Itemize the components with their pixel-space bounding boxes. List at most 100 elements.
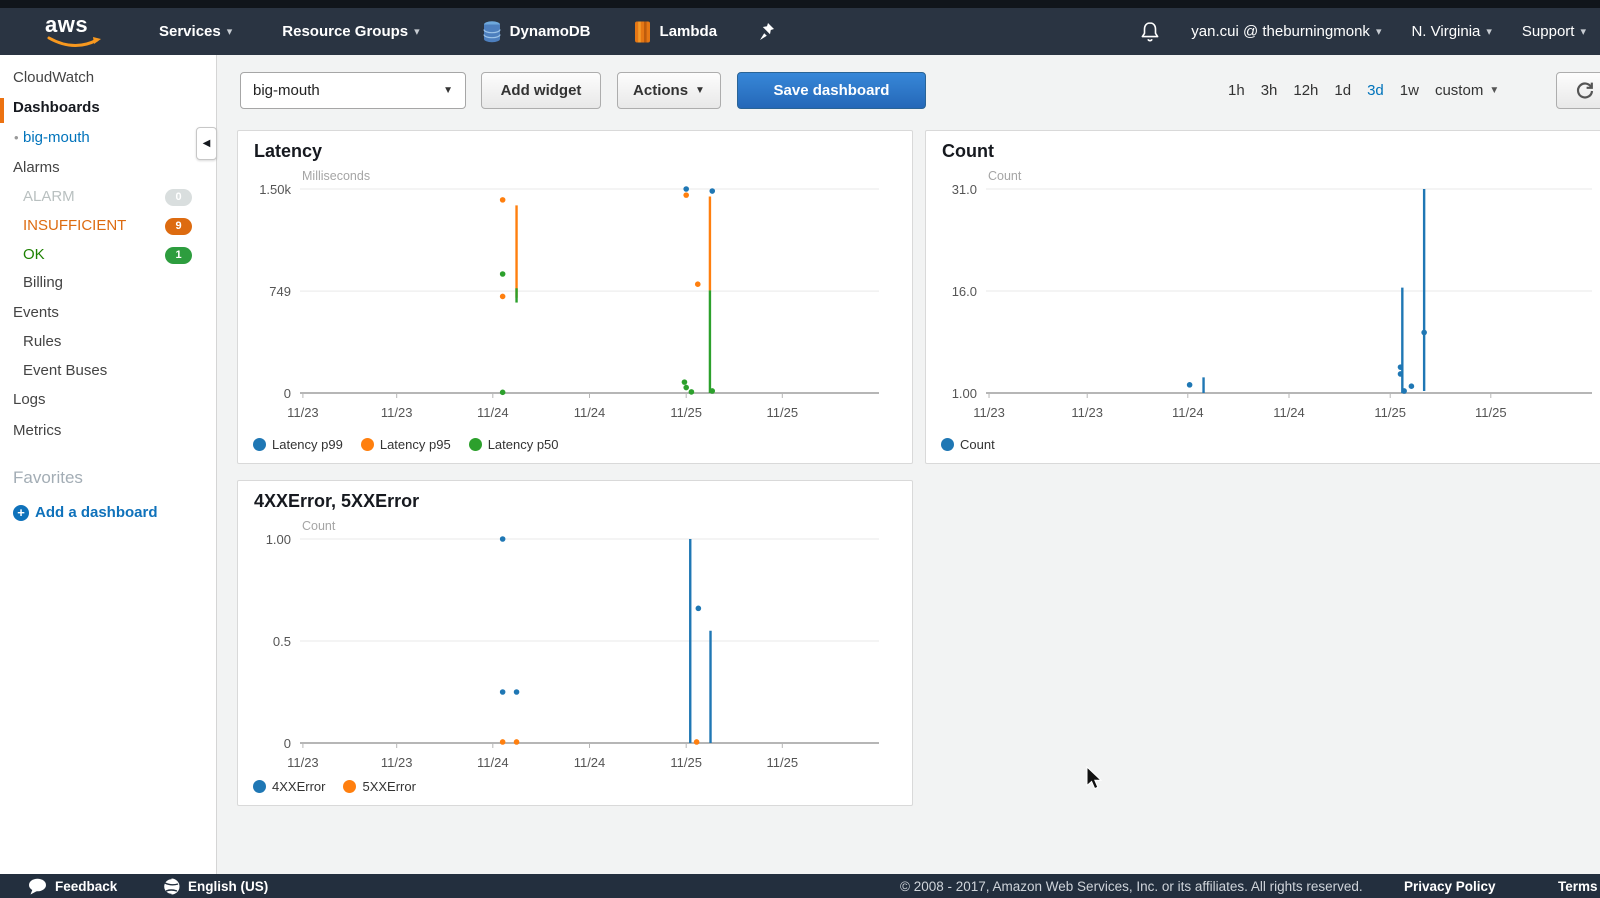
legend-item-latency-p99[interactable]: Latency p99 [253, 437, 343, 452]
ok-count-badge[interactable]: 1 [165, 247, 192, 264]
terms-label: Terms of [1558, 879, 1600, 894]
svg-text:11/25: 11/25 [767, 405, 799, 420]
save-dashboard-button[interactable]: Save dashboard [737, 72, 926, 109]
dashboard-select[interactable]: big-mouth ▼ [240, 72, 466, 109]
count-chart-plot[interactable]: 1.0016.031.0Count11/2311/2311/2411/2411/… [926, 131, 1600, 463]
actions-button[interactable]: Actions ▼ [617, 72, 721, 109]
legend-item-5xxerror[interactable]: 5XXError [343, 779, 415, 794]
add-dashboard-label: Add a dashboard [35, 504, 158, 521]
legend-item-4xxerror[interactable]: 4XXError [253, 779, 325, 794]
legend-color-dot [941, 438, 954, 451]
svg-text:1.00: 1.00 [952, 386, 977, 401]
refresh-button[interactable] [1556, 72, 1600, 109]
legend-label: 5XXError [362, 779, 415, 794]
globe-icon [163, 878, 180, 895]
sidebar-item-alarm[interactable]: ALARM [23, 188, 75, 205]
sidebar-item-event-buses[interactable]: Event Buses [23, 362, 107, 379]
sidebar-item-insufficient[interactable]: INSUFFICIENT [23, 217, 126, 234]
window-top-strip [0, 0, 1600, 8]
aws-cloudwatch-dashboard-page: { "topnav": { "logo": "aws", "services_l… [0, 0, 1600, 898]
notifications-bell-icon[interactable] [1139, 20, 1161, 44]
legend-item-latency-p50[interactable]: Latency p50 [469, 437, 559, 452]
sidebar-collapse-button[interactable]: ◀ [196, 127, 217, 160]
time-range-3h[interactable]: 3h [1261, 82, 1278, 99]
time-range-1d[interactable]: 1d [1334, 82, 1351, 99]
sidebar-item-billing[interactable]: Billing [23, 274, 63, 291]
nav-shortcut-dynamodb[interactable]: DynamoDB [482, 20, 591, 44]
svg-text:11/25: 11/25 [670, 755, 702, 770]
legend-color-dot [469, 438, 482, 451]
svg-text:16.0: 16.0 [952, 284, 977, 299]
chevron-down-icon: ▾ [414, 25, 420, 38]
legend-item-count[interactable]: Count [941, 437, 995, 452]
nav-services-menu[interactable]: Services ▾ [159, 23, 232, 40]
svg-text:11/24: 11/24 [477, 755, 509, 770]
actions-button-label: Actions [633, 82, 688, 99]
time-range-selector: 1h 3h 12h 1d 3d 1w custom ▼ [1228, 72, 1499, 109]
svg-text:11/23: 11/23 [287, 405, 319, 420]
sidebar-item-ok[interactable]: OK [23, 246, 45, 263]
pin-icon[interactable] [759, 22, 775, 41]
terms-link[interactable]: Terms of [1558, 879, 1600, 894]
sidebar-service-title[interactable]: CloudWatch [13, 69, 94, 86]
legend-label: Latency p95 [380, 437, 451, 452]
chevron-down-icon: ▾ [1376, 25, 1382, 38]
errors-widget[interactable]: 00.51.00Count11/2311/2311/2411/2411/2511… [237, 480, 913, 806]
dashboard-select-value: big-mouth [253, 82, 320, 99]
nav-region-menu[interactable]: N. Virginia ▾ [1411, 23, 1491, 40]
nav-support-menu[interactable]: Support ▾ [1522, 23, 1586, 40]
sidebar-item-big-mouth[interactable]: • big-mouth [23, 129, 90, 146]
nav-left-group: aws Services ▾ Resource Groups ▾ [0, 8, 775, 55]
privacy-policy-label: Privacy Policy [1404, 879, 1496, 894]
sidebar: CloudWatch Dashboards • big-mouth Alarms… [0, 55, 217, 874]
aws-logo[interactable]: aws [45, 15, 103, 49]
svg-text:11/23: 11/23 [381, 405, 413, 420]
nav-resource-groups-menu[interactable]: Resource Groups ▾ [282, 23, 419, 40]
insufficient-count-badge[interactable]: 9 [165, 218, 192, 235]
nav-lambda-label: Lambda [660, 23, 718, 40]
plus-icon: + [13, 505, 29, 521]
dynamodb-icon [482, 20, 502, 44]
sidebar-selected-indicator [0, 98, 4, 123]
chevron-left-icon: ◀ [203, 138, 211, 149]
sidebar-item-dashboards[interactable]: Dashboards [13, 99, 100, 116]
feedback-link[interactable]: Feedback [28, 878, 117, 895]
alarm-count-badge[interactable]: 0 [165, 189, 192, 206]
time-range-12h[interactable]: 12h [1293, 82, 1318, 99]
sidebar-item-metrics[interactable]: Metrics [13, 422, 61, 439]
chevron-down-icon: ▼ [443, 85, 453, 96]
time-range-3d-selected[interactable]: 3d [1367, 82, 1384, 99]
nav-user-menu[interactable]: yan.cui @ theburningmonk ▾ [1191, 23, 1381, 40]
svg-text:Count: Count [988, 169, 1022, 183]
time-range-1h[interactable]: 1h [1228, 82, 1245, 99]
language-selector[interactable]: English (US) [163, 878, 268, 895]
time-range-1w[interactable]: 1w [1400, 82, 1419, 99]
nav-resource-groups-label: Resource Groups [282, 23, 408, 40]
legend-item-latency-p95[interactable]: Latency p95 [361, 437, 451, 452]
latency-chart-plot[interactable]: 07491.50kMilliseconds11/2311/2311/2411/2… [238, 131, 912, 463]
count-widget[interactable]: 1.0016.031.0Count11/2311/2311/2411/2411/… [925, 130, 1600, 464]
sidebar-item-alarms[interactable]: Alarms [13, 159, 60, 176]
svg-text:11/23: 11/23 [381, 755, 413, 770]
latency-widget[interactable]: 07491.50kMilliseconds11/2311/2311/2411/2… [237, 130, 913, 464]
svg-text:11/25: 11/25 [670, 405, 702, 420]
legend-label: Latency p99 [272, 437, 343, 452]
sidebar-item-events[interactable]: Events [13, 304, 59, 321]
nav-region-label: N. Virginia [1411, 23, 1480, 40]
sidebar-item-rules[interactable]: Rules [23, 333, 61, 350]
svg-text:11/24: 11/24 [574, 755, 606, 770]
nav-shortcut-lambda[interactable]: Lambda [633, 20, 718, 44]
add-widget-button[interactable]: Add widget [481, 72, 601, 109]
svg-text:11/25: 11/25 [1374, 405, 1406, 420]
privacy-policy-link[interactable]: Privacy Policy [1404, 879, 1496, 894]
errors-chart-plot[interactable]: 00.51.00Count11/2311/2311/2411/2411/2511… [238, 481, 912, 805]
chevron-down-icon: ▾ [227, 25, 233, 38]
add-dashboard-link[interactable]: + Add a dashboard [13, 504, 158, 521]
svg-text:0: 0 [284, 736, 291, 751]
sidebar-item-logs[interactable]: Logs [13, 391, 46, 408]
nav-support-label: Support [1522, 23, 1575, 40]
time-range-custom[interactable]: custom ▼ [1435, 82, 1499, 99]
aws-smile-icon [47, 36, 103, 50]
count-chart-legend: Count [941, 437, 995, 452]
copyright-text: © 2008 - 2017, Amazon Web Services, Inc.… [900, 879, 1363, 894]
